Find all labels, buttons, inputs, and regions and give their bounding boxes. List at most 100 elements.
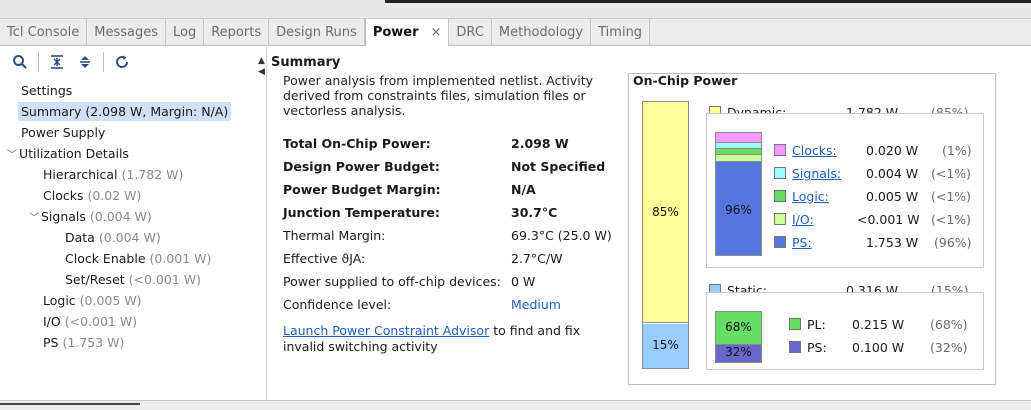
tree-item-label: Logic bbox=[43, 293, 76, 308]
page-title: Summary bbox=[271, 55, 341, 70]
tree-item-clock-enable[interactable]: Clock Enable (0.001 W) bbox=[0, 248, 266, 269]
tree-item-value: (0.001 W) bbox=[149, 251, 212, 266]
tab-timing[interactable]: Timing bbox=[591, 19, 651, 46]
ps-link[interactable]: PS: bbox=[792, 235, 812, 250]
tree-item-label: Utilization Details bbox=[19, 146, 129, 161]
confidence-level-link[interactable]: Medium bbox=[511, 297, 561, 312]
clocks-link[interactable]: Clocks: bbox=[792, 143, 837, 158]
toolbar-separator bbox=[38, 52, 39, 72]
kv-key: Confidence level: bbox=[283, 297, 392, 312]
tree-item-signals[interactable]: ﹀ Signals (0.004 W) bbox=[0, 206, 266, 227]
kv-key: Effective ϑJA: bbox=[283, 251, 366, 266]
clocks-pct: (1%) bbox=[942, 143, 972, 158]
chevron-down-icon[interactable]: ﹀ bbox=[29, 208, 41, 229]
tree-item-value: (0.004 W) bbox=[89, 209, 152, 224]
tab-design-runs[interactable]: Design Runs bbox=[269, 19, 365, 46]
kv-value: 30.7°C bbox=[511, 205, 558, 220]
tree-item-value: (<0.001 W) bbox=[64, 314, 138, 329]
static-ps-pct: (32%) bbox=[930, 340, 968, 355]
tree-item-value: (0.005 W) bbox=[79, 293, 142, 308]
tree-item-value: (1.753 W) bbox=[62, 335, 125, 350]
expand-all-button[interactable] bbox=[71, 48, 99, 76]
tree-item-label: Power Supply bbox=[21, 125, 106, 140]
tree-item-value: (<0.001 W) bbox=[128, 272, 201, 287]
tree-item-summary[interactable]: Summary (2.098 W, Margin: N/A) bbox=[0, 101, 266, 122]
tree-item-label: PS bbox=[43, 335, 59, 350]
tab-power[interactable]: Power × bbox=[364, 19, 450, 47]
dynamic-breakdown-bar bbox=[715, 132, 762, 256]
chevron-down-icon[interactable]: ﹀ bbox=[7, 145, 19, 166]
tree-item-label: Settings bbox=[21, 83, 73, 98]
top-strip bbox=[0, 0, 1031, 19]
pl-swatch bbox=[789, 318, 801, 330]
tab-reports[interactable]: Reports bbox=[204, 19, 270, 46]
logic-swatch bbox=[774, 190, 786, 202]
clocks-value: 0.020 W bbox=[866, 143, 919, 158]
tree-item-value: (1.782 W) bbox=[121, 167, 184, 182]
kv-key: Power supplied to off-chip devices: bbox=[283, 274, 501, 289]
io-legend: I/O: bbox=[774, 212, 814, 227]
advisor-text-block: Launch Power Constraint Advisor to find … bbox=[283, 323, 623, 355]
total-power-bar bbox=[642, 101, 689, 369]
dynamic-pct-label: 85% bbox=[652, 205, 679, 219]
tree-item-ps[interactable]: PS (1.753 W) bbox=[0, 332, 266, 353]
collapse-all-button[interactable] bbox=[43, 48, 71, 76]
tree-item-utilization-details[interactable]: ﹀ Utilization Details bbox=[0, 143, 266, 164]
tab-tcl-console[interactable]: Tcl Console bbox=[0, 19, 88, 46]
kv-key: Thermal Margin: bbox=[283, 228, 386, 243]
collapse-all-icon bbox=[51, 55, 63, 69]
tree-item-label: Hierarchical bbox=[43, 167, 118, 182]
close-icon[interactable]: × bbox=[431, 25, 442, 40]
tree-item-data[interactable]: Data (0.004 W) bbox=[0, 227, 266, 248]
refresh-button[interactable] bbox=[108, 48, 136, 76]
tree-item-label: Set/Reset bbox=[65, 272, 125, 287]
tree-item-hierarchical[interactable]: Hierarchical (1.782 W) bbox=[0, 164, 266, 185]
tree-item-power-supply[interactable]: Power Supply bbox=[0, 122, 266, 143]
static-ps-legend: PS: bbox=[789, 340, 827, 355]
tree-item-io[interactable]: I/O (<0.001 W) bbox=[0, 311, 266, 332]
pane-collapse-arrows[interactable]: ▲ ◀ bbox=[258, 56, 265, 78]
clocks-swatch bbox=[774, 144, 786, 156]
kv-key: Total On-Chip Power: bbox=[283, 136, 431, 151]
tree-item-logic[interactable]: Logic (0.005 W) bbox=[0, 290, 266, 311]
static-ps-label: PS: bbox=[807, 340, 827, 355]
advisor-link[interactable]: Launch Power Constraint Advisor bbox=[283, 323, 489, 338]
summary-intro-wrapper: Power analysis from implemented netlist.… bbox=[283, 73, 623, 118]
static-ps-value: 0.100 W bbox=[852, 340, 905, 355]
tree-item-set-reset[interactable]: Set/Reset (<0.001 W) bbox=[0, 269, 266, 290]
tab-log[interactable]: Log bbox=[166, 19, 205, 46]
pl-legend: PL: bbox=[789, 317, 826, 332]
tree-item-value: (0.02 W) bbox=[87, 188, 142, 203]
kv-value: 2.098 W bbox=[511, 136, 569, 151]
kv-value: 69.3°C (25.0 W) bbox=[511, 228, 612, 243]
kv-value: 0 W bbox=[511, 274, 536, 289]
static-pl-pct-label: 68% bbox=[725, 320, 752, 334]
expand-all-icon bbox=[80, 56, 90, 68]
tree-item-settings[interactable]: Settings bbox=[0, 80, 266, 101]
logic-link[interactable]: Logic: bbox=[792, 189, 829, 204]
pl-label: PL: bbox=[807, 317, 826, 332]
static-pct-label: 15% bbox=[652, 338, 679, 352]
clocks-segment bbox=[716, 133, 761, 143]
tree-item-clocks[interactable]: Clocks (0.02 W) bbox=[0, 185, 266, 206]
logic-value: 0.005 W bbox=[866, 189, 919, 204]
tree-item-label: I/O bbox=[43, 314, 61, 329]
tab-messages[interactable]: Messages bbox=[87, 19, 166, 46]
tree-toolbar bbox=[0, 47, 266, 77]
ps-swatch bbox=[774, 236, 786, 248]
kv-value: N/A bbox=[511, 182, 536, 197]
search-button[interactable] bbox=[6, 48, 34, 76]
logic-pct: (<1%) bbox=[931, 189, 972, 204]
tab-power-label: Power bbox=[372, 25, 419, 40]
tab-methodology[interactable]: Methodology bbox=[492, 19, 592, 46]
dynamic-ps-pct-label: 96% bbox=[725, 203, 752, 217]
kv-key: Power Budget Margin: bbox=[283, 182, 441, 197]
tree-item-label: Signals bbox=[41, 209, 86, 224]
io-link[interactable]: I/O: bbox=[792, 212, 814, 227]
pane-splitter[interactable] bbox=[266, 47, 267, 400]
signals-link[interactable]: Signals: bbox=[792, 166, 841, 181]
top-dark-bar bbox=[385, 0, 1031, 3]
io-value: <0.001 W bbox=[857, 212, 920, 227]
bottom-strip bbox=[0, 400, 1031, 410]
tab-drc[interactable]: DRC bbox=[449, 19, 492, 46]
